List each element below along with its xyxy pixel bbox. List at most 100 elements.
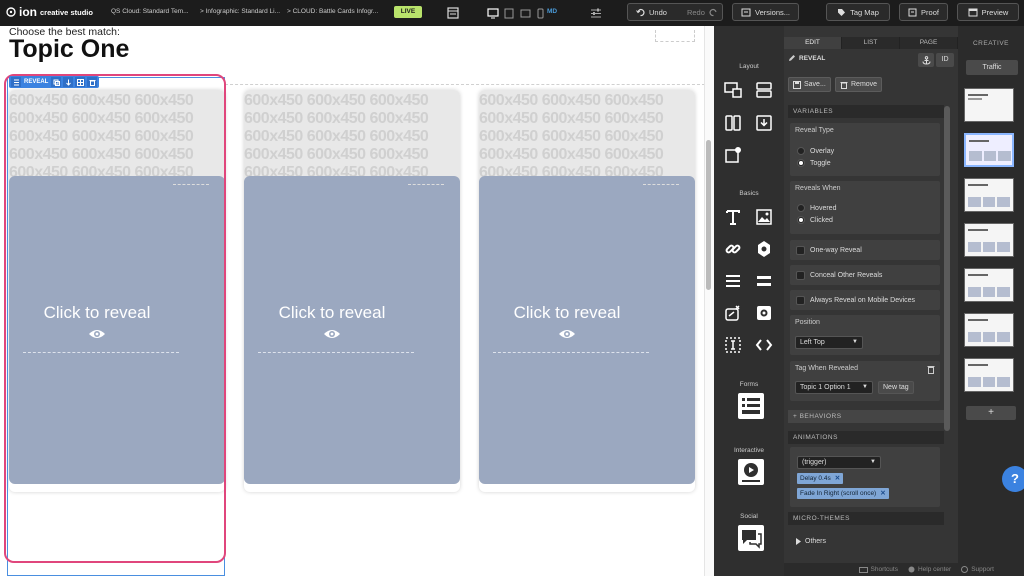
undo-button[interactable]: Undo xyxy=(649,8,667,17)
canvas-scrollbar[interactable] xyxy=(704,26,714,576)
settings-sliders-icon[interactable] xyxy=(589,6,603,20)
redo-icon xyxy=(709,8,717,16)
page-thumbnail-selected[interactable] xyxy=(964,133,1014,167)
grid-icon[interactable] xyxy=(75,77,86,87)
page-thumbnail[interactable] xyxy=(964,358,1014,392)
reveal-card-3[interactable]: 600x450 600x450 600x450 600x450 600x450 … xyxy=(479,90,695,492)
layout-columns-icon[interactable] xyxy=(722,112,744,134)
tablet-icon[interactable] xyxy=(519,6,531,20)
app-logo[interactable]: ion creative studio xyxy=(6,5,93,19)
canvas-scrollbar-thumb[interactable] xyxy=(706,140,711,290)
breadcrumb-project[interactable]: QS Cloud: Standard Tem... xyxy=(111,8,189,15)
badge-tool-icon[interactable] xyxy=(753,238,775,260)
shortcuts-link[interactable]: Shortcuts xyxy=(858,566,898,573)
versions-button[interactable]: Versions... xyxy=(732,3,799,21)
others-expander[interactable]: Others xyxy=(796,538,826,545)
link-tool-icon[interactable] xyxy=(722,238,744,260)
anchor-icon[interactable] xyxy=(918,53,934,67)
copy-icon[interactable] xyxy=(51,77,62,87)
id-button[interactable]: ID xyxy=(936,53,954,67)
element-tag-bar[interactable]: REVEAL xyxy=(9,76,100,88)
radio-clicked[interactable]: Clicked xyxy=(797,216,833,224)
layout-popup-icon[interactable] xyxy=(722,144,744,166)
tag-map-button[interactable]: Tag Map xyxy=(826,3,890,21)
traffic-button[interactable]: Traffic xyxy=(966,60,1018,75)
phone-icon[interactable] xyxy=(535,6,545,20)
save-label: Save... xyxy=(804,81,826,88)
animation-chip-fade[interactable]: Fade In Right (scroll once) ✕ xyxy=(797,488,889,499)
embed-tool-icon[interactable] xyxy=(722,334,744,356)
page-thumbnail[interactable] xyxy=(964,223,1014,257)
breadcrumb-creative[interactable]: > Infographic: Standard Li... xyxy=(200,8,280,15)
page-thumbnail[interactable] xyxy=(964,313,1014,347)
checkbox-always-reveal-mobile[interactable]: Always Reveal on Mobile Devices xyxy=(790,290,940,310)
radio-hovered[interactable]: Hovered xyxy=(797,204,836,212)
reveal-cover[interactable]: Click to reveal xyxy=(244,176,460,484)
page-thumbnail[interactable] xyxy=(964,178,1014,212)
layout-split-icon[interactable] xyxy=(722,79,744,101)
variables-header[interactable]: VARIABLES xyxy=(788,105,944,118)
behaviors-header[interactable]: + BEHAVIORS xyxy=(788,410,944,423)
tag-select[interactable]: Topic 1 Option 1 ▼ xyxy=(795,381,873,394)
page-thumbnail[interactable] xyxy=(964,268,1014,302)
trash-icon[interactable] xyxy=(87,77,98,87)
live-badge[interactable]: LIVE xyxy=(394,6,422,18)
layout-icon[interactable] xyxy=(446,6,460,20)
page-title[interactable]: Topic One xyxy=(9,35,129,64)
tools-section-basics: Basics xyxy=(739,190,759,197)
animations-header[interactable]: ANIMATIONS xyxy=(788,431,944,444)
layout-rows-icon[interactable] xyxy=(753,79,775,101)
proof-label: Proof xyxy=(921,7,939,17)
drag-handle-icon[interactable] xyxy=(11,77,21,87)
add-page-button[interactable]: + xyxy=(966,406,1016,420)
radio-dot xyxy=(797,216,805,224)
move-down-icon[interactable] xyxy=(63,77,74,87)
properties-panel: EDIT LIST PAGE REVEAL ID Save... Remove … xyxy=(784,26,958,576)
eye-icon xyxy=(324,330,340,338)
desktop-icon[interactable] xyxy=(486,6,500,20)
support-link[interactable]: Support xyxy=(961,566,994,573)
trash-icon[interactable] xyxy=(927,365,935,374)
layout-download-icon[interactable] xyxy=(753,112,775,134)
micro-themes-header[interactable]: MICRO-THEMES xyxy=(788,512,944,525)
chat-tool-icon[interactable] xyxy=(736,523,766,553)
video-tool-icon[interactable] xyxy=(736,457,766,487)
reveal-cover[interactable]: Click to reveal xyxy=(479,176,695,484)
trigger-select[interactable]: (trigger) ▼ xyxy=(797,456,881,469)
new-tag-button[interactable]: New tag xyxy=(878,381,914,394)
close-icon[interactable]: ✕ xyxy=(880,488,885,499)
creative-tab[interactable]: CREATIVE xyxy=(958,40,1024,47)
laptop-icon[interactable] xyxy=(503,6,515,20)
radio-overlay[interactable]: Overlay xyxy=(797,147,834,155)
form-tool-icon[interactable] xyxy=(736,391,766,421)
checkbox-one-way-reveal[interactable]: One-way Reveal xyxy=(790,240,940,260)
position-select[interactable]: Left Top ▼ xyxy=(795,336,863,349)
image-tool-icon[interactable] xyxy=(753,206,775,228)
design-canvas[interactable]: Choose the best match: Topic One 600x450… xyxy=(0,26,708,576)
magic-tool-icon[interactable] xyxy=(722,302,744,324)
code-tool-icon[interactable] xyxy=(753,334,775,356)
creative-pages-panel: CREATIVE Traffic + xyxy=(958,26,1024,576)
gear-tool-icon[interactable] xyxy=(753,302,775,324)
redo-button[interactable]: Redo xyxy=(687,8,705,17)
animation-chip-delay[interactable]: Delay 0.4s ✕ xyxy=(797,473,844,484)
page-thumbnail[interactable] xyxy=(964,88,1014,122)
help-button[interactable]: ? xyxy=(1002,466,1024,492)
tab-list[interactable]: LIST xyxy=(842,37,900,49)
preview-button[interactable]: Preview xyxy=(957,3,1019,21)
save-button[interactable]: Save... xyxy=(788,77,831,92)
proof-button[interactable]: Proof xyxy=(899,3,948,21)
close-icon[interactable]: ✕ xyxy=(835,473,840,484)
breadcrumb-page[interactable]: > CLOUD: Battle Cards Infogr... xyxy=(287,8,378,15)
radio-toggle[interactable]: Toggle xyxy=(797,159,831,167)
remove-button[interactable]: Remove xyxy=(835,77,883,92)
divider-tool-icon[interactable] xyxy=(753,270,775,292)
panel-scrollbar[interactable] xyxy=(944,106,950,431)
help-center-link[interactable]: Help center xyxy=(908,566,951,573)
reveal-card-2[interactable]: 600x450 600x450 600x450 600x450 600x450 … xyxy=(244,90,460,492)
tab-page[interactable]: PAGE xyxy=(900,37,958,49)
checkbox-conceal-other-reveals[interactable]: Conceal Other Reveals xyxy=(790,265,940,285)
list-tool-icon[interactable] xyxy=(722,270,744,292)
text-tool-icon[interactable] xyxy=(722,206,744,228)
tab-edit[interactable]: EDIT xyxy=(784,37,842,49)
